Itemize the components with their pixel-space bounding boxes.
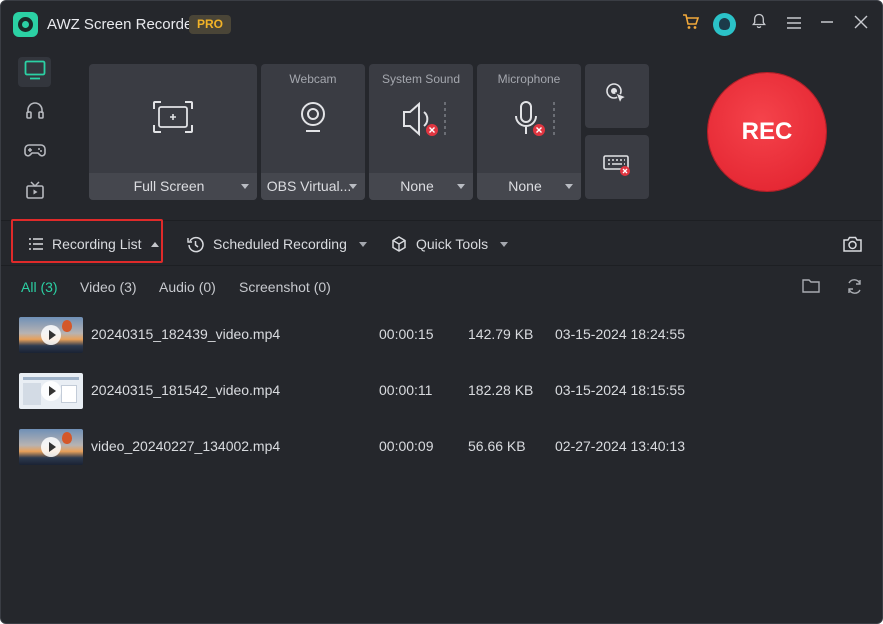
file-size: 142.79 KB [468, 326, 534, 342]
capture-area-dropdown[interactable]: Full Screen [89, 173, 257, 200]
file-name: video_20240227_134002.mp4 [91, 438, 281, 454]
recording-list-highlight [11, 219, 163, 263]
fullscreen-icon [152, 100, 194, 139]
chevron-down-icon [500, 241, 509, 247]
refresh-icon[interactable] [846, 278, 863, 300]
file-duration: 00:00:09 [379, 438, 434, 454]
file-duration: 00:00:11 [379, 382, 433, 398]
file-date: 02-27-2024 13:40:13 [555, 438, 685, 454]
microphone-muted-icon [513, 100, 559, 145]
balloon-image [62, 320, 72, 332]
play-icon[interactable] [41, 437, 61, 457]
file-date: 03-15-2024 18:24:55 [555, 326, 685, 342]
webcam-icon [298, 101, 328, 138]
table-row[interactable]: 20240315_181542_video.mp4 00:00:11 182.2… [1, 373, 882, 429]
filter-screenshot[interactable]: Screenshot (0) [239, 279, 331, 295]
bell-icon[interactable] [747, 13, 771, 37]
tab-scheduled-recording[interactable]: Scheduled Recording [187, 221, 367, 267]
title-bar: AWZ Screen Recorder PRO [1, 1, 882, 49]
cube-icon [391, 236, 407, 252]
system-sound-value: None [400, 178, 434, 194]
webcam-dropdown[interactable]: OBS Virtual... [261, 173, 365, 200]
screenshot-button[interactable] [843, 221, 862, 267]
speaker-muted-icon [401, 100, 449, 145]
chevron-down-icon [241, 184, 249, 189]
microphone-value: None [508, 178, 542, 194]
video-thumbnail [19, 429, 83, 465]
filter-all[interactable]: All (3) [21, 279, 58, 295]
table-row[interactable]: video_20240227_134002.mp4 00:00:09 56.66… [1, 429, 882, 485]
file-name: 20240315_181542_video.mp4 [91, 382, 281, 398]
play-icon[interactable] [41, 381, 61, 401]
app-title: AWZ Screen Recorder [47, 16, 198, 33]
app-logo-icon [13, 12, 38, 37]
webcam-panel[interactable]: Webcam OBS Virtual... [261, 64, 365, 200]
mouse-effects-button[interactable] [585, 64, 649, 128]
sidebar-item-game[interactable] [18, 137, 51, 167]
chevron-down-icon [565, 184, 573, 189]
file-duration: 00:00:15 [379, 326, 434, 342]
tab-scheduled-recording-label: Scheduled Recording [213, 236, 347, 252]
capture-area-value: Full Screen [133, 178, 205, 194]
video-thumbnail [19, 317, 83, 353]
chevron-down-icon [349, 184, 357, 189]
keyboard-button[interactable] [585, 135, 649, 199]
filter-audio[interactable]: Audio (0) [159, 279, 216, 295]
cart-icon[interactable] [679, 13, 703, 37]
gamepad-icon [23, 141, 46, 164]
sidebar-item-tv[interactable] [18, 177, 51, 207]
chevron-down-icon [457, 184, 465, 189]
headphones-icon [25, 100, 45, 125]
monitor-icon [24, 60, 46, 85]
capture-area-panel[interactable]: Full Screen [89, 64, 257, 200]
keyboard-muted-icon [603, 153, 631, 182]
tv-icon [25, 180, 45, 205]
play-icon[interactable] [41, 325, 61, 345]
folder-icon[interactable] [802, 278, 820, 299]
webcam-value: OBS Virtual... [266, 178, 352, 194]
video-thumbnail [19, 373, 83, 409]
rec-button[interactable]: REC [708, 73, 826, 191]
chevron-down-icon [358, 241, 367, 247]
tab-quick-tools[interactable]: Quick Tools [391, 221, 509, 267]
system-sound-panel[interactable]: System Sound None [369, 64, 473, 200]
camera-icon [843, 236, 862, 252]
system-sound-title: System Sound [381, 72, 461, 86]
filter-video[interactable]: Video (3) [80, 279, 137, 295]
menu-icon[interactable] [782, 13, 806, 37]
system-sound-dropdown[interactable]: None [369, 173, 473, 200]
sidebar-item-audio[interactable] [18, 97, 51, 127]
clock-icon [187, 236, 204, 253]
file-date: 03-15-2024 18:15:55 [555, 382, 685, 398]
file-size: 56.66 KB [468, 438, 526, 454]
app-window: AWZ Screen Recorder PRO Full Screen Webc… [0, 0, 883, 624]
webcam-title: Webcam [289, 72, 337, 86]
avatar[interactable] [713, 13, 736, 36]
table-row[interactable]: 20240315_182439_video.mp4 00:00:15 142.7… [1, 317, 882, 373]
file-size: 182.28 KB [468, 382, 534, 398]
pro-badge[interactable]: PRO [189, 15, 231, 34]
microphone-dropdown[interactable]: None [477, 173, 581, 200]
close-icon[interactable] [849, 13, 873, 37]
balloon-image [62, 432, 72, 444]
tab-quick-tools-label: Quick Tools [416, 236, 489, 252]
sidebar-item-screen[interactable] [18, 57, 51, 87]
microphone-title: Microphone [497, 72, 561, 86]
file-name: 20240315_182439_video.mp4 [91, 326, 281, 342]
cursor-click-icon [604, 81, 630, 112]
microphone-panel[interactable]: Microphone None [477, 64, 581, 200]
minimize-icon[interactable] [815, 13, 839, 37]
